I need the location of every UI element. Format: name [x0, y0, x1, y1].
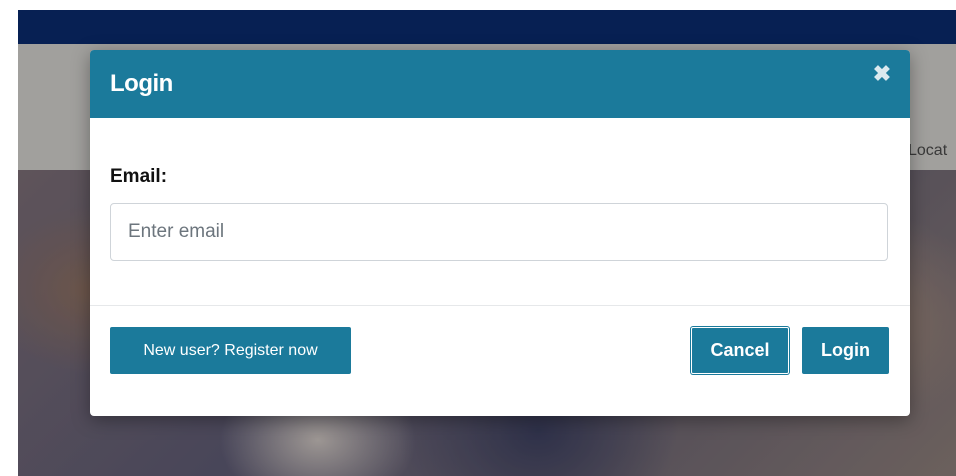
login-button[interactable]: Login	[802, 327, 889, 374]
login-modal: Login ✖ Email: New user? Register now Ca…	[90, 50, 910, 416]
modal-body: Email:	[90, 118, 910, 305]
page: Locat Login ✖ Email: New user? Register …	[0, 0, 956, 476]
register-button[interactable]: New user? Register now	[110, 327, 351, 374]
close-icon[interactable]: ✖	[870, 62, 894, 86]
modal-header: Login ✖	[90, 50, 910, 118]
email-field[interactable]	[110, 203, 888, 261]
email-label: Email:	[110, 166, 168, 187]
modal-footer-divider	[90, 305, 910, 306]
cancel-button[interactable]: Cancel	[691, 327, 789, 374]
modal-title: Login	[110, 70, 173, 97]
